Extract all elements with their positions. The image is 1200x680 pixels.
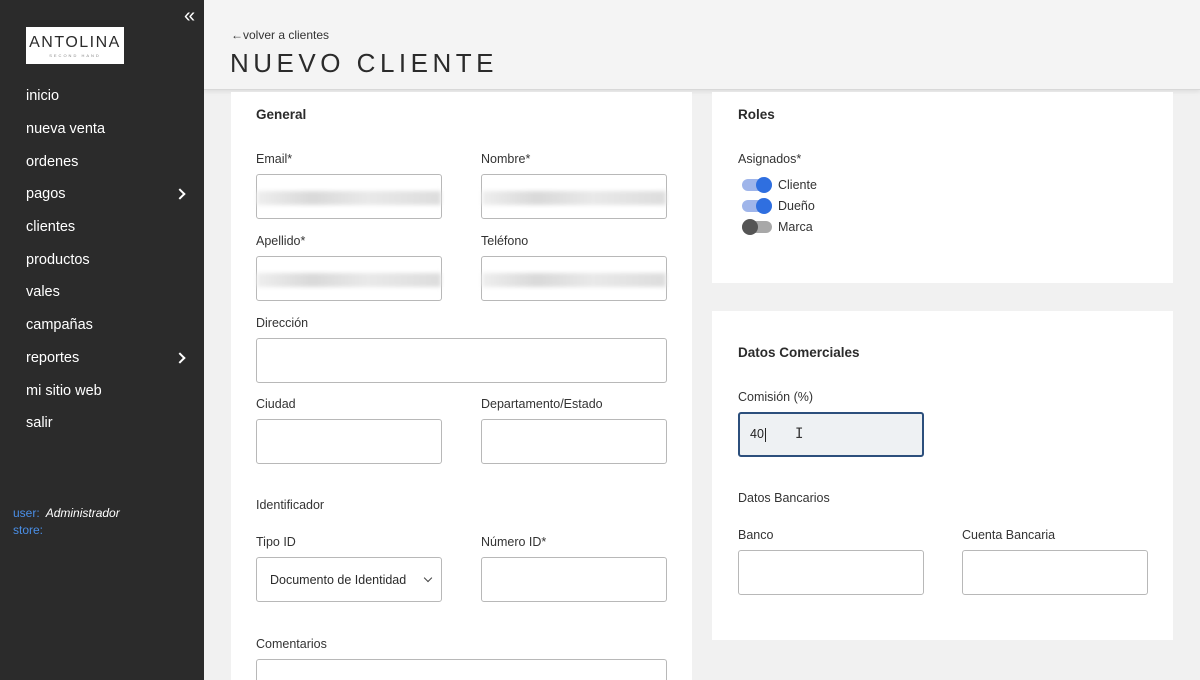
sidebar-item-label: vales xyxy=(26,284,60,301)
sidebar-item-productos[interactable]: productos xyxy=(0,243,204,276)
sidebar-item-label: productos xyxy=(26,251,90,268)
role-cliente-toggle[interactable] xyxy=(742,177,772,193)
sidebar-item-ordenes[interactable]: ordenes xyxy=(0,145,204,178)
email-field[interactable] xyxy=(256,174,442,219)
logo[interactable]: ANTOLINA SECOND HAND xyxy=(26,27,124,64)
chevron-down-icon xyxy=(423,573,433,583)
sidebar-item-nueva-venta[interactable]: nueva venta xyxy=(0,113,204,146)
role-dueno-label: Dueño xyxy=(778,199,815,213)
page-header: ←volver a clientes NUEVO CLIENTE xyxy=(204,0,1200,90)
email-label: Email* xyxy=(256,152,293,166)
role-cliente: Cliente xyxy=(742,177,817,193)
comision-value: 40 xyxy=(750,427,764,441)
sidebar-item-label: campañas xyxy=(26,317,93,334)
sidebar-nav: inicio nueva venta ordenes pagos cliente… xyxy=(0,80,204,440)
sidebar-item-label: mi sitio web xyxy=(26,382,102,399)
banco-label: Banco xyxy=(738,528,774,542)
comentarios-label: Comentarios xyxy=(256,637,327,651)
identificador-title: Identificador xyxy=(256,498,325,512)
sidebar-item-label: pagos xyxy=(26,186,66,203)
apellido-label: Apellido* xyxy=(256,234,306,248)
page-title: NUEVO CLIENTE xyxy=(230,48,498,78)
cuenta-bancaria-field[interactable] xyxy=(962,550,1148,595)
user-value: Administrador xyxy=(45,506,120,520)
tipo-id-select[interactable]: Documento de Identidad xyxy=(256,557,442,602)
telefono-label: Teléfono xyxy=(481,234,529,248)
general-title: General xyxy=(256,107,307,122)
banco-field[interactable] xyxy=(738,550,924,595)
nombre-field[interactable] xyxy=(481,174,667,219)
user-info: user: Administrador store: xyxy=(13,505,120,539)
sidebar-item-label: ordenes xyxy=(26,153,79,170)
asignados-label: Asignados* xyxy=(738,152,802,166)
back-to-clients-link[interactable]: ←volver a clientes xyxy=(231,28,329,42)
comentarios-field[interactable] xyxy=(256,659,667,680)
direccion-field[interactable] xyxy=(256,338,667,383)
user-key: user: xyxy=(13,506,40,520)
text-cursor xyxy=(764,427,766,442)
departamento-label: Departamento/Estado xyxy=(481,397,603,411)
logo-text: ANTOLINA xyxy=(29,33,121,51)
roles-title: Roles xyxy=(738,107,775,122)
role-cliente-label: Cliente xyxy=(778,178,817,192)
datos-bancarios-title: Datos Bancarios xyxy=(738,491,830,505)
datos-comerciales-title: Datos Comerciales xyxy=(738,345,860,360)
tipo-id-selected: Documento de Identidad xyxy=(270,572,407,587)
role-dueno: Dueño xyxy=(742,198,815,214)
sidebar-item-inicio[interactable]: inicio xyxy=(0,80,204,113)
ciudad-label: Ciudad xyxy=(256,397,296,411)
tipo-id-label: Tipo ID xyxy=(256,535,296,549)
nombre-label: Nombre* xyxy=(481,152,531,166)
sidebar-item-salir[interactable]: salir xyxy=(0,407,204,440)
telefono-field[interactable] xyxy=(481,256,667,301)
sidebar-item-pagos[interactable]: pagos xyxy=(0,178,204,211)
comision-label: Comisión (%) xyxy=(738,390,814,404)
ciudad-field[interactable] xyxy=(256,419,442,464)
sidebar-item-reportes[interactable]: reportes xyxy=(0,342,204,375)
store-key: store: xyxy=(13,523,44,537)
sidebar-item-label: clientes xyxy=(26,219,76,236)
direccion-label: Dirección xyxy=(256,316,309,330)
logo-subtext: SECOND HAND xyxy=(49,52,101,58)
apellido-field[interactable] xyxy=(256,256,442,301)
chevron-right-icon xyxy=(174,352,186,364)
departamento-field[interactable] xyxy=(481,419,667,464)
collapse-sidebar-icon[interactable]: « xyxy=(184,6,195,26)
numero-id-label: Número ID* xyxy=(481,535,547,549)
role-dueno-toggle[interactable] xyxy=(742,198,772,214)
sidebar-item-label: inicio xyxy=(26,88,60,105)
i-beam-cursor-icon: I xyxy=(795,426,804,442)
sidebar-item-label: reportes xyxy=(26,349,80,366)
role-marca-label: Marca xyxy=(778,220,813,234)
chevron-right-icon xyxy=(174,188,186,201)
sidebar-item-campanas[interactable]: campañas xyxy=(0,309,204,342)
numero-id-field[interactable] xyxy=(481,557,667,602)
role-marca-toggle[interactable] xyxy=(742,219,772,235)
sidebar-item-mi-sitio-web[interactable]: mi sitio web xyxy=(0,374,204,407)
sidebar-item-label: salir xyxy=(26,415,53,432)
role-marca: Marca xyxy=(742,219,813,235)
cuenta-bancaria-label: Cuenta Bancaria xyxy=(962,528,1056,542)
comision-field[interactable]: 40 I xyxy=(738,412,924,457)
sidebar-item-vales[interactable]: vales xyxy=(0,276,204,309)
sidebar-item-clientes[interactable]: clientes xyxy=(0,211,204,244)
sidebar-item-label: nueva venta xyxy=(26,121,106,138)
sidebar: « ANTOLINA SECOND HAND inicio nueva vent… xyxy=(0,0,204,680)
